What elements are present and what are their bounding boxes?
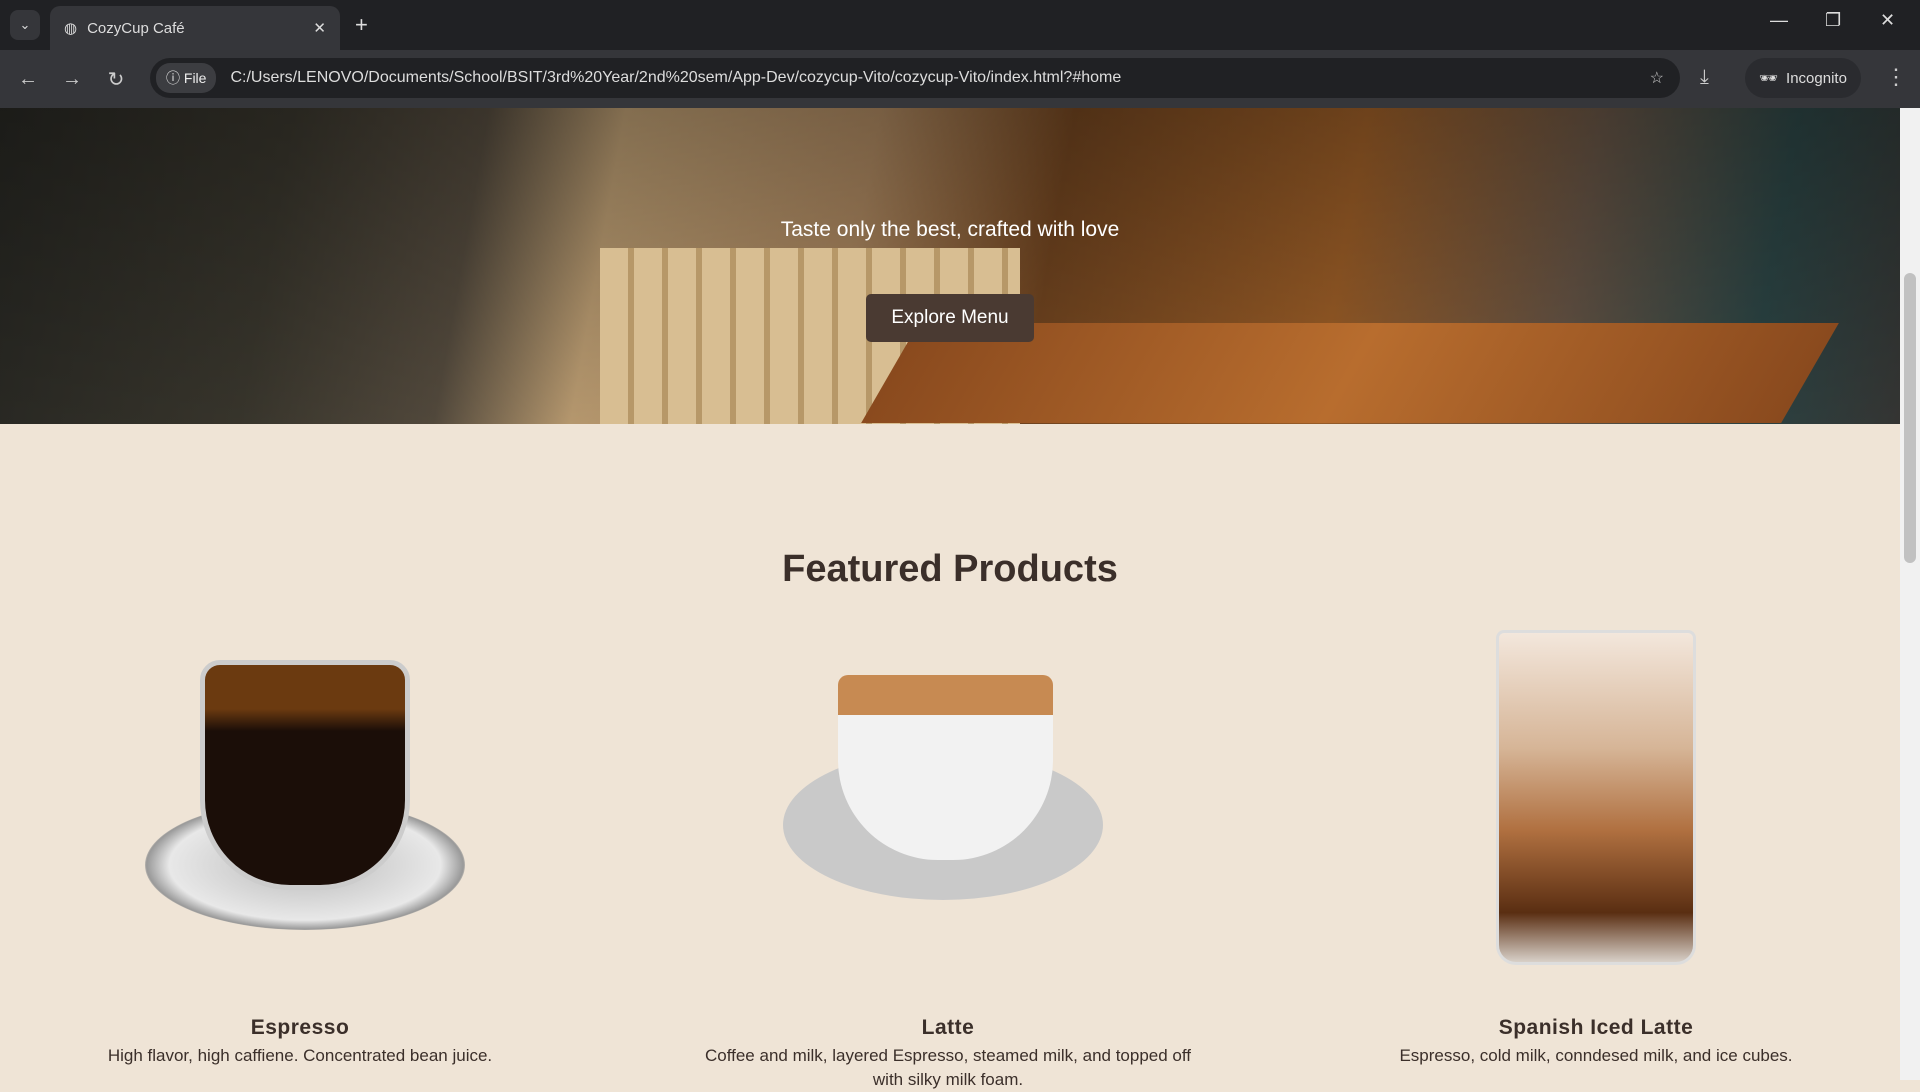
minimize-button[interactable]: — [1770, 10, 1788, 31]
incognito-badge[interactable]: 🕶 Incognito [1745, 58, 1861, 98]
product-card-latte: Latte Coffee and milk, layered Espresso,… [648, 630, 1248, 1092]
product-name: Spanish Iced Latte [1498, 1016, 1694, 1039]
forward-button[interactable]: → [50, 68, 94, 91]
product-card-espresso: Espresso High flavor, high caffiene. Con… [0, 630, 600, 1068]
incognito-label: Incognito [1786, 69, 1847, 87]
address-bar-row: ← → ↻ ⓘ File C:/Users/LENOVO/Documents/S… [0, 50, 1920, 108]
bookmark-star-icon[interactable]: ☆ [1650, 68, 1664, 88]
hero-section: Taste only the best, crafted with love E… [0, 108, 1900, 424]
omnibox[interactable]: ⓘ File C:/Users/LENOVO/Documents/School/… [150, 58, 1680, 98]
tab-bar: ⌄ ◍ CozyCup Café ✕ + — ❐ ✕ [0, 0, 1920, 50]
file-label: File [183, 70, 207, 86]
product-description: Espresso, cold milk, conndesed milk, and… [1399, 1046, 1793, 1065]
product-card-spanish-iced-latte: Spanish Iced Latte Espresso, cold milk, … [1296, 630, 1896, 1068]
espresso-image [0, 630, 600, 970]
product-name: Latte [921, 1016, 975, 1039]
download-icon[interactable]: ⤓ [1700, 66, 1709, 89]
close-tab-icon[interactable]: ✕ [313, 19, 326, 37]
site-info-chip[interactable]: ⓘ File [156, 63, 217, 93]
tab-search-button[interactable]: ⌄ [10, 10, 40, 40]
url-text[interactable]: C:/Users/LENOVO/Documents/School/BSIT/3r… [230, 69, 1121, 87]
product-description: Coffee and milk, layered Espresso, steam… [704, 1046, 1192, 1089]
explore-menu-button[interactable]: Explore Menu [866, 294, 1034, 342]
hero-tagline: Taste only the best, crafted with love [780, 218, 1120, 241]
tab-title: CozyCup Café [87, 19, 185, 37]
vertical-scrollbar[interactable] [1900, 108, 1920, 1080]
globe-icon: ◍ [64, 20, 78, 37]
new-tab-button[interactable]: + [355, 12, 368, 38]
browser-menu-icon[interactable]: ⋮ [1885, 64, 1907, 90]
featured-products-heading: Featured Products [782, 548, 1118, 590]
scrollbar-thumb[interactable] [1904, 273, 1916, 563]
incognito-icon: 🕶 [1759, 70, 1779, 87]
close-window-button[interactable]: ✕ [1880, 10, 1895, 31]
product-description: High flavor, high caffiene. Concentrated… [107, 1046, 493, 1065]
reload-button[interactable]: ↻ [94, 67, 138, 92]
product-name: Espresso [250, 1016, 350, 1039]
spanish-iced-latte-image [1296, 630, 1896, 970]
tab-cozycup[interactable]: ◍ CozyCup Café ✕ [50, 6, 340, 50]
latte-image [648, 630, 1248, 970]
restore-button[interactable]: ❐ [1825, 10, 1841, 31]
back-button[interactable]: ← [6, 68, 50, 91]
